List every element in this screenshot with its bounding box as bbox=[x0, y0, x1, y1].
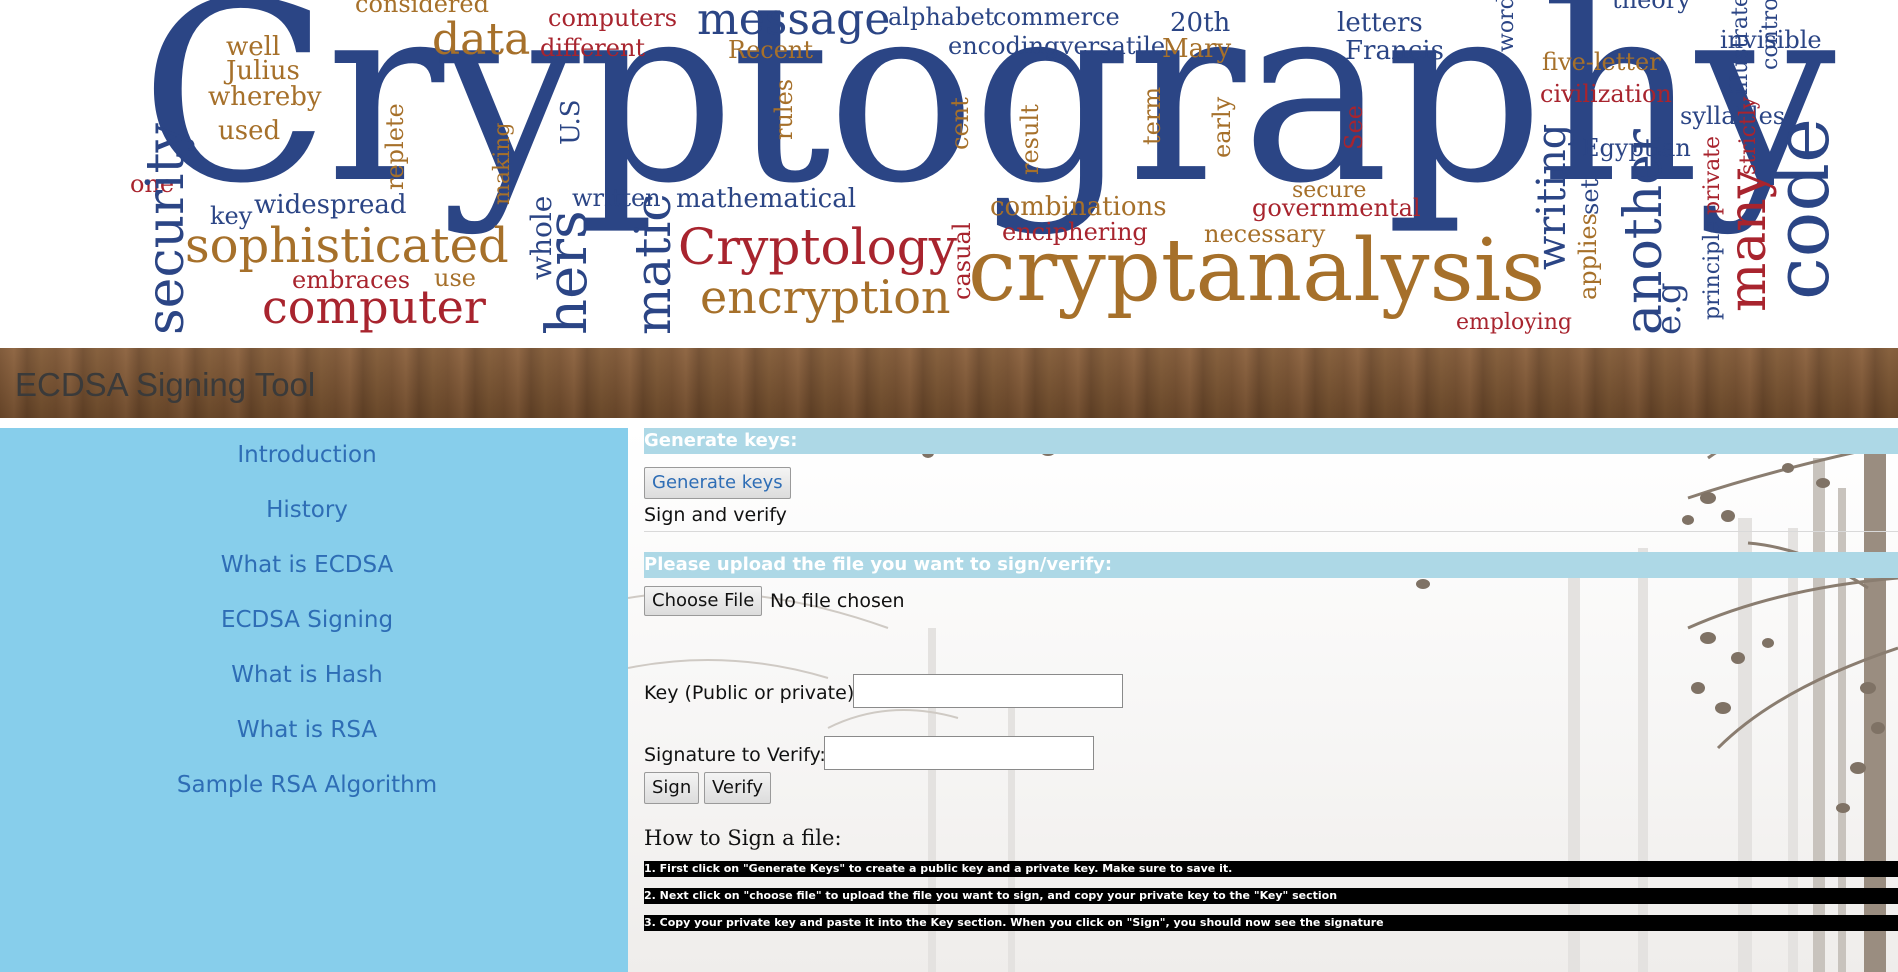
banner-word: security bbox=[136, 123, 196, 335]
sign-button[interactable]: Sign bbox=[644, 772, 700, 804]
banner-word: commerce bbox=[993, 3, 1120, 31]
sidebar-nav: Introduction History What is ECDSA ECDSA… bbox=[0, 428, 628, 972]
instruction-step: 2. Next click on "choose file" to upload… bbox=[644, 888, 1898, 904]
section-divider bbox=[644, 531, 1898, 532]
banner-word-cloud: Cryptography considered computers messag… bbox=[0, 0, 1898, 340]
banner-word: employing bbox=[1456, 310, 1572, 335]
sign-verify-label: Sign and verify bbox=[644, 504, 787, 526]
banner-word: civilization bbox=[1540, 80, 1672, 108]
banner-word: widespread bbox=[254, 190, 407, 220]
choose-file-button[interactable]: Choose File bbox=[644, 586, 763, 616]
banner-word: letters bbox=[1337, 8, 1423, 38]
banner-word: sophisticated bbox=[185, 218, 509, 274]
banner-word: whereby bbox=[208, 82, 322, 112]
banner-word: Julius bbox=[226, 56, 300, 86]
sidebar-item-what-is-ecdsa[interactable]: What is ECDSA bbox=[0, 552, 614, 578]
banner-word: word bbox=[1494, 0, 1519, 52]
banner-word: Francis bbox=[1345, 36, 1444, 66]
signature-label: Signature to Verify: bbox=[644, 744, 826, 766]
banner-word: governmental bbox=[1252, 194, 1421, 222]
banner-word: alphabet bbox=[888, 3, 995, 31]
banner-word: Recent bbox=[728, 36, 814, 64]
sidebar-item-history[interactable]: History bbox=[0, 497, 614, 523]
banner-word: early bbox=[1208, 96, 1236, 158]
banner-word: illustrates bbox=[1728, 0, 1753, 95]
generate-keys-button[interactable]: Generate keys bbox=[644, 467, 791, 499]
banner-word: encryption bbox=[700, 270, 951, 324]
banner-word: result bbox=[1016, 104, 1044, 175]
banner-word: Mary bbox=[1162, 34, 1232, 64]
header-bar: ECDSA Signing Tool bbox=[0, 348, 1898, 418]
howto-title: How to Sign a file: bbox=[644, 826, 842, 850]
generate-keys-heading: Generate keys: bbox=[644, 428, 1898, 454]
banner-word: mathematical bbox=[676, 184, 857, 214]
banner-word: cent bbox=[946, 97, 974, 150]
banner-word: code bbox=[1757, 118, 1846, 300]
banner-word: encoding bbox=[948, 32, 1060, 60]
banner-word: data bbox=[432, 14, 531, 65]
key-label: Key (Public or private): bbox=[644, 682, 861, 704]
banner-word: making bbox=[490, 122, 515, 205]
sidebar-item-what-is-rsa[interactable]: What is RSA bbox=[0, 717, 614, 743]
banner-word: computers bbox=[548, 4, 678, 32]
banner-word: set bbox=[1576, 178, 1604, 215]
signature-input[interactable] bbox=[824, 736, 1094, 770]
banner-word: hers bbox=[535, 210, 600, 335]
banner-word: theory bbox=[1612, 0, 1691, 14]
banner-word: 20th bbox=[1170, 8, 1231, 38]
banner-word: Cryptology bbox=[678, 218, 957, 276]
verify-button[interactable]: Verify bbox=[704, 772, 772, 804]
sidebar-item-what-is-hash[interactable]: What is Hash bbox=[0, 662, 614, 688]
banner-word: cryptanalysis bbox=[968, 221, 1546, 321]
banner-word: term bbox=[1138, 86, 1166, 145]
banner-word: five-letter bbox=[1542, 48, 1661, 76]
banner-word: combinations bbox=[990, 192, 1167, 222]
banner-word: applies bbox=[1574, 213, 1602, 300]
sidebar-item-ecdsa-signing[interactable]: ECDSA Signing bbox=[0, 607, 614, 633]
banner-word: control bbox=[1758, 0, 1783, 70]
banner-word: See bbox=[1340, 105, 1368, 150]
key-input[interactable] bbox=[853, 674, 1123, 708]
instruction-step: 1. First click on "Generate Keys" to cre… bbox=[644, 861, 1898, 877]
sidebar-item-sample-rsa-algorithm[interactable]: Sample RSA Algorithm bbox=[0, 772, 614, 798]
banner-word: e.g bbox=[1649, 282, 1689, 335]
banner-word: rules bbox=[770, 78, 798, 140]
banner-word: computer bbox=[262, 280, 486, 334]
instruction-step: 3. Copy your private key and paste it in… bbox=[644, 915, 1898, 931]
banner-word: replete bbox=[381, 103, 409, 190]
upload-heading: Please upload the file you want to sign/… bbox=[644, 552, 1898, 578]
banner-word: matic bbox=[624, 193, 682, 335]
banner-word: versatile bbox=[1060, 32, 1166, 60]
main-content: Generate keys: Generate keys Sign and ve… bbox=[628, 428, 1898, 972]
banner-word: U.S bbox=[556, 99, 586, 145]
sidebar-item-introduction[interactable]: Introduction bbox=[0, 442, 614, 468]
banner-word: used bbox=[218, 116, 281, 146]
no-file-chosen-text: No file chosen bbox=[770, 590, 905, 612]
banner-word: different bbox=[540, 34, 646, 62]
page-title: ECDSA Signing Tool bbox=[15, 366, 316, 403]
